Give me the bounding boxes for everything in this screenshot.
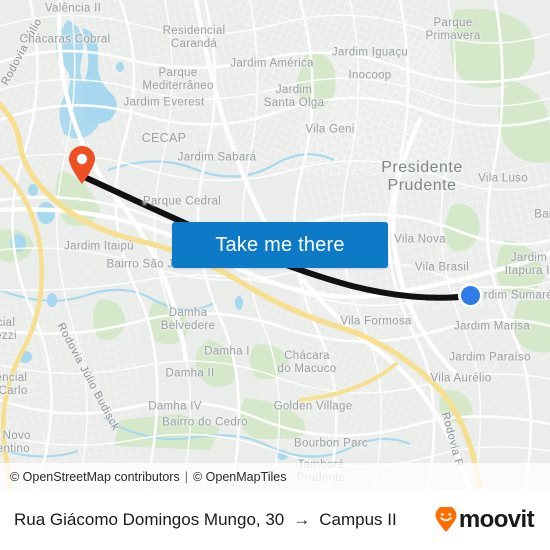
map-attribution: © OpenStreetMap contributors | © OpenMap… <box>0 463 550 490</box>
arrow-right-icon: → <box>293 510 311 529</box>
origin-marker-icon[interactable] <box>67 145 97 185</box>
destination-marker-icon[interactable] <box>458 283 483 308</box>
take-me-there-button[interactable]: Take me there <box>172 222 388 268</box>
attribution-separator: | <box>184 469 188 484</box>
openmaptiles-attribution-link[interactable]: © OpenMapTiles <box>193 470 287 484</box>
moovit-wordmark: moovit <box>458 506 535 533</box>
moovit-trip-map-screen: Rodovia Júlio Valência II Chácaras Cobral R… <box>0 0 550 550</box>
trip-origin-label: Rua Giácomo Domingos Mungo, 30 <box>14 510 285 529</box>
trip-footer-bar: Rua Giácomo Domingos Mungo, 30 → Campus … <box>0 490 550 550</box>
moovit-pin-icon <box>434 507 458 533</box>
trip-summary: Rua Giácomo Domingos Mungo, 30 → Campus … <box>14 510 434 530</box>
map-canvas[interactable]: Rodovia Júlio Valência II Chácaras Cobral R… <box>0 0 550 490</box>
osm-attribution-link[interactable]: © OpenStreetMap contributors <box>10 470 180 484</box>
moovit-logo[interactable]: moovit <box>434 506 535 534</box>
trip-destination-label: Campus II <box>319 510 397 529</box>
